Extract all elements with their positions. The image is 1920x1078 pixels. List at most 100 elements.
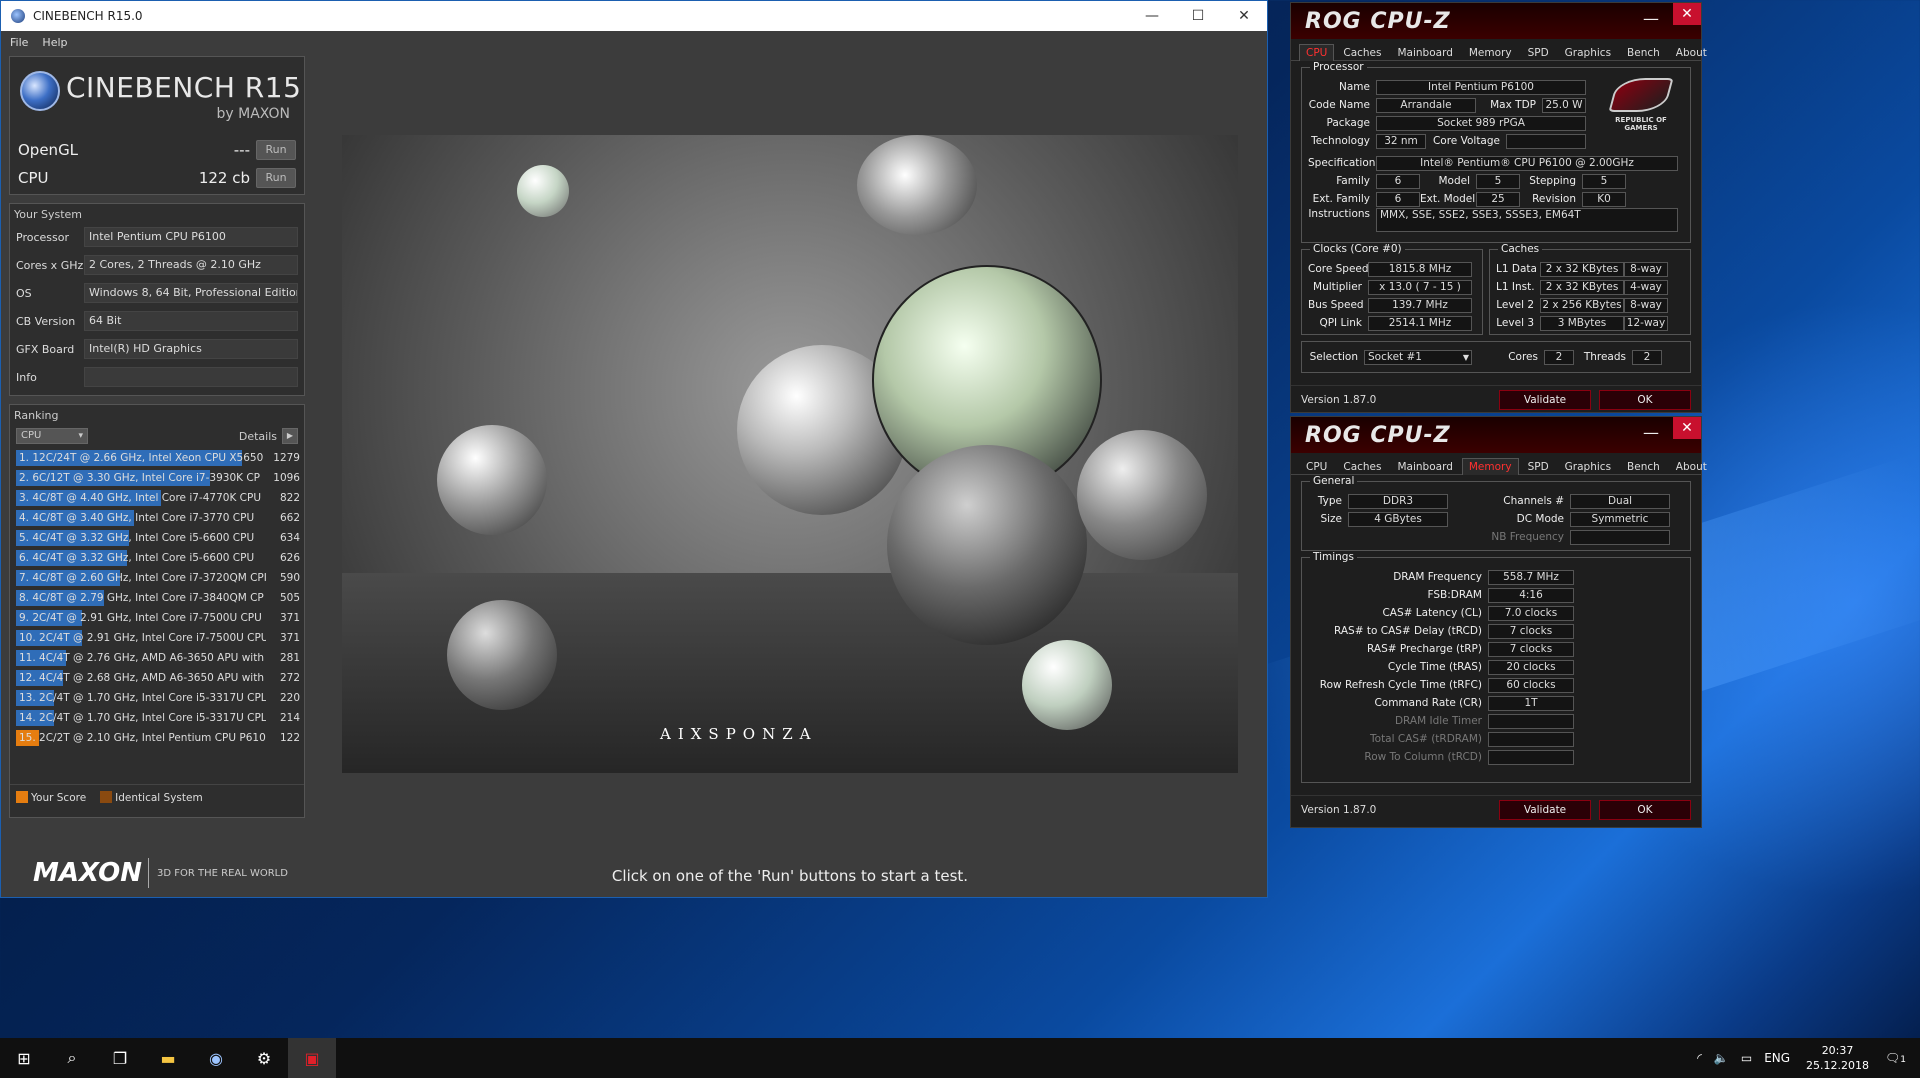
cpuz-taskbar-icon[interactable]: ▣ [288,1038,336,1078]
play-arrow-icon[interactable]: ▶ [282,428,298,444]
timing-row: RAS# Precharge (tRP) 7 clocks [1308,640,1684,658]
close-icon[interactable]: ✕ [1673,3,1701,25]
legend-identical: Identical System [100,791,203,804]
tab-graphics[interactable]: Graphics [1558,458,1618,475]
ranking-score: 505 [279,592,300,604]
timing-row: Total CAS# (tRDRAM) [1308,730,1684,748]
details-toggle[interactable]: Details ▶ [239,428,298,444]
file-explorer-icon[interactable]: ▬ [144,1038,192,1078]
tab-about[interactable]: About [1669,44,1714,61]
minimize-icon[interactable]: — [1129,1,1175,31]
notifications-icon[interactable]: 🗨1 [1879,1051,1920,1065]
cpu-run-button[interactable]: Run [256,168,296,188]
tab-memory[interactable]: Memory [1461,458,1519,475]
socket-select[interactable]: Socket #1 ▼ [1364,349,1472,365]
codename-value: Arrandale [1376,97,1476,113]
ok-button[interactable]: OK [1599,799,1691,820]
size-key: Size [1320,513,1342,525]
cache-ways: 4-way [1624,279,1668,295]
ranking-row: 7. 4C/8T @ 2.60 GHz, Intel Core i7-3720Q… [16,568,300,588]
render-viewport: AIXSPONZA [342,135,1238,773]
tdp-value: 25.0 W [1542,97,1586,113]
timing-row: Cycle Time (tRAS) 20 clocks [1308,658,1684,676]
ranking-score: 122 [279,732,300,744]
system-key: GFX Board [16,342,75,356]
tab-mainboard[interactable]: Mainboard [1390,44,1459,61]
volume-icon[interactable]: 🔈 [1708,1051,1735,1065]
minimize-icon[interactable]: — [1643,423,1659,442]
validate-button[interactable]: Validate [1499,389,1591,410]
tab-caches[interactable]: Caches [1336,458,1388,475]
maximize-icon[interactable]: ☐ [1175,1,1221,31]
timing-key: CAS# Latency (CL) [1382,607,1482,619]
tab-bench[interactable]: Bench [1620,44,1667,61]
rog-cpuz-logo: ROG CPU-Z [1305,423,1451,448]
tab-cpu[interactable]: CPU [1299,44,1335,61]
search-icon[interactable]: ⌕ [48,1038,96,1078]
ranking-label: 10. 2C/4T @ 2.91 GHz, Intel Core i7-7500… [19,632,266,644]
timing-key: RAS# to CAS# Delay (tRCD) [1334,625,1482,637]
threads-key: Threads [1583,351,1626,363]
menu-file[interactable]: File [10,36,28,49]
cache-ways: 8-way [1624,297,1668,313]
cinebench-logo: CINEBENCH R15 by MAXON [10,57,304,134]
clock-key: Multiplier [1313,281,1362,293]
wifi-icon[interactable]: ◜ [1691,1051,1708,1065]
ok-button[interactable]: OK [1599,389,1691,410]
extfamily-row: Ext. Family 6 Ext. Model 25 Revision K0 [1308,190,1684,208]
ranking-label: 13. 2C/4T @ 1.70 GHz, Intel Core i5-3317… [19,692,266,704]
close-icon[interactable]: ✕ [1221,1,1267,31]
timing-key: FSB:DRAM [1427,589,1482,601]
system-tray: ◜ 🔈 ▭ ENG 20:37 25.12.2018 🗨1 [1691,1038,1920,1078]
ranking-toolbar: CPU Details ▶ [10,424,304,448]
ranking-legend: Your Score Identical System [10,784,304,810]
family-key: Family [1336,175,1370,187]
tab-caches[interactable]: Caches [1336,44,1388,61]
timing-value [1488,713,1574,729]
left-column: CINEBENCH R15 by MAXON OpenGL --- Run CP… [9,56,305,826]
ranking-select[interactable]: CPU [16,428,88,444]
cache-key: Level 2 [1496,299,1534,311]
tab-memory[interactable]: Memory [1462,44,1519,61]
task-view-icon[interactable]: ❐ [96,1038,144,1078]
model-value: 5 [1476,173,1520,189]
system-row: Info [10,363,304,391]
cinebench-taskbar-icon[interactable]: ◉ [192,1038,240,1078]
ranking-score: 662 [279,512,300,524]
ranking-label: 4. 4C/8T @ 3.40 GHz, Intel Core i7-3770 … [19,512,255,524]
tab-spd[interactable]: SPD [1521,44,1556,61]
menu-help[interactable]: Help [42,36,67,49]
tab-cpu[interactable]: CPU [1299,458,1334,475]
language-indicator[interactable]: ENG [1758,1051,1796,1065]
battery-icon[interactable]: ▭ [1735,1051,1758,1065]
minimize-icon[interactable]: — [1643,9,1659,28]
opengl-run-button[interactable]: Run [256,140,296,160]
ranking-row: 10. 2C/4T @ 2.91 GHz, Intel Core i7-7500… [16,628,300,648]
ranking-label: 11. 4C/4T @ 2.76 GHz, AMD A6-3650 APU wi… [19,652,264,664]
clock-value: 2514.1 MHz [1368,315,1472,331]
ranking-panel: Ranking CPU Details ▶ 1. 12C/24T @ 2.66 … [9,404,305,818]
clock[interactable]: 20:37 25.12.2018 [1796,1043,1879,1073]
rog-cpuz-logo: ROG CPU-Z [1305,9,1451,34]
cache-row: Level 2 2 x 256 KBytes 8-way [1496,296,1684,314]
close-icon[interactable]: ✕ [1673,417,1701,439]
windows-start-icon[interactable]: ⊞ [0,1038,48,1078]
render-sphere-small [1022,640,1112,730]
system-key: Info [16,370,37,384]
ranking-label: 8. 4C/8T @ 2.79 GHz, Intel Core i7-3840Q… [19,592,264,604]
system-row: Processor Intel Pentium CPU P6100 [10,223,304,251]
settings-gear-icon[interactable]: ⚙ [240,1038,288,1078]
size-row: Size 4 GBytes DC Mode Symmetric [1308,510,1684,528]
tab-about[interactable]: About [1669,458,1714,475]
tab-bench[interactable]: Bench [1620,458,1667,475]
system-key: OS [16,286,32,300]
cinebench-window: CINEBENCH R15.0 — ☐ ✕ File Help CINEBENC… [0,0,1268,898]
opengl-label: OpenGL [18,141,79,159]
tab-mainboard[interactable]: Mainboard [1390,458,1459,475]
processor-group: Processor Name Intel Pentium P6100 Code N… [1301,61,1691,243]
tab-spd[interactable]: SPD [1521,458,1556,475]
validate-button[interactable]: Validate [1499,799,1591,820]
tab-graphics[interactable]: Graphics [1558,44,1618,61]
ranking-row: 4. 4C/8T @ 3.40 GHz, Intel Core i7-3770 … [16,508,300,528]
cache-value: 2 x 256 KBytes [1540,297,1624,313]
